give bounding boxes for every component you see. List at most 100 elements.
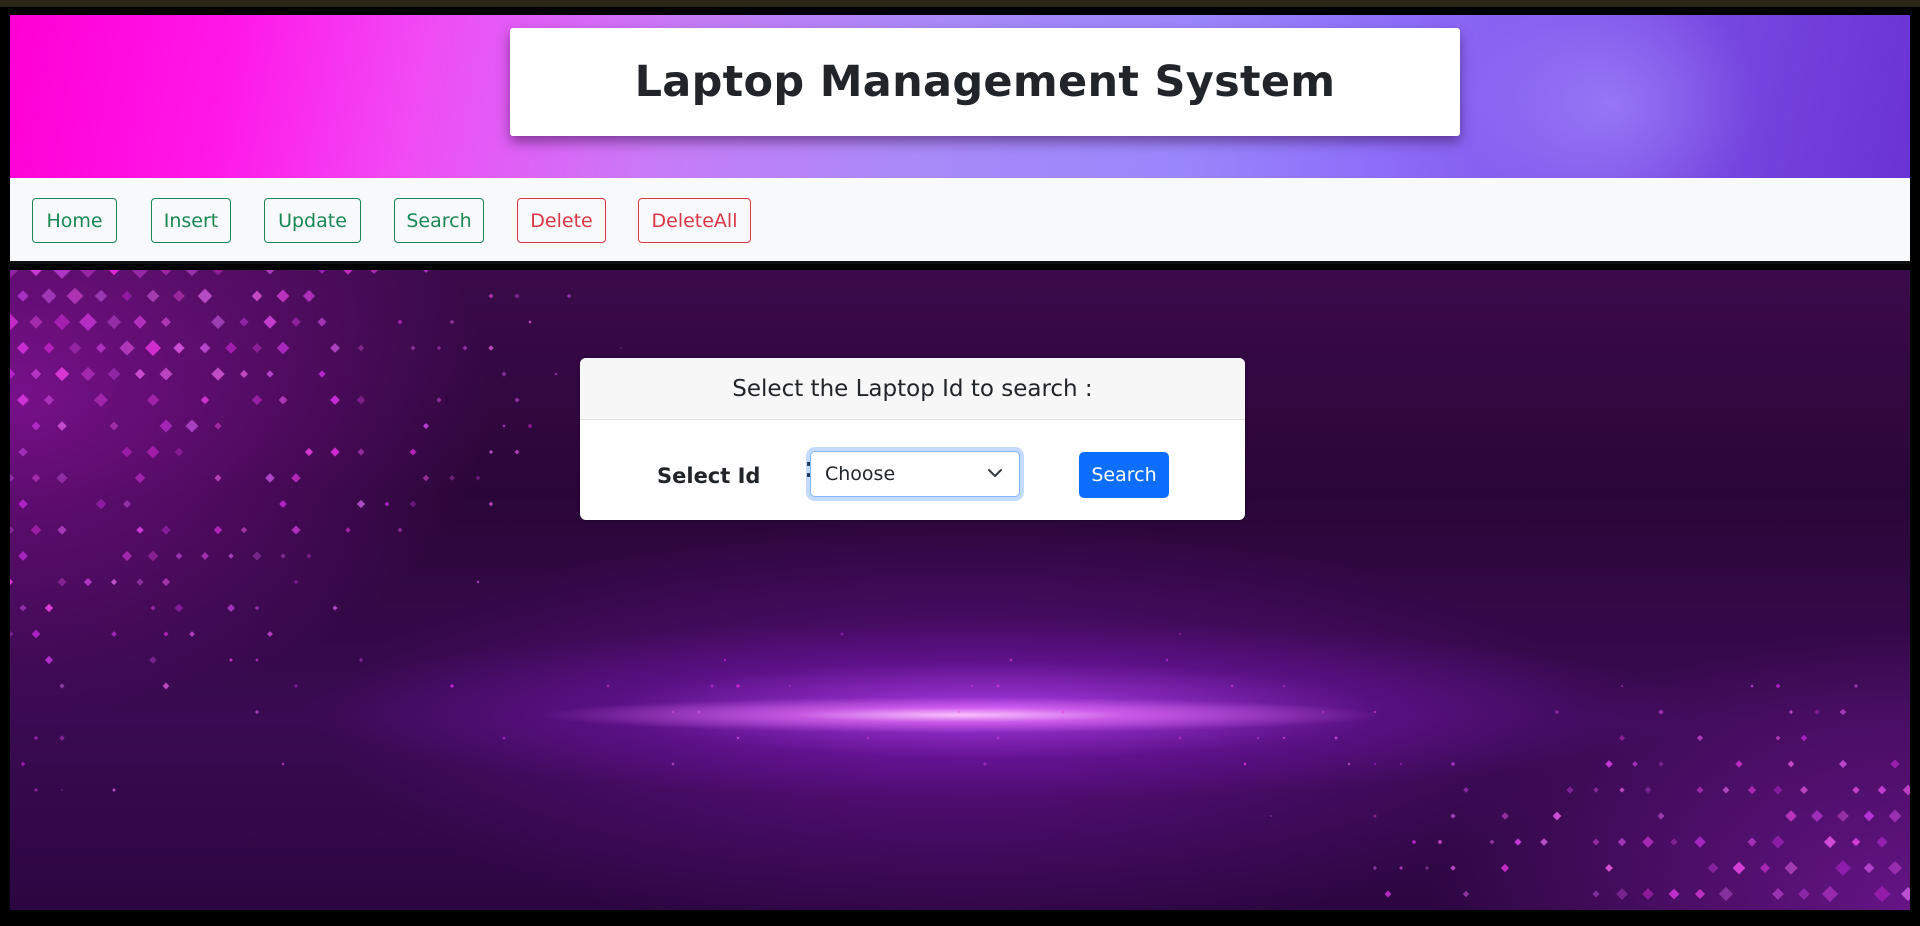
pattern-diamond xyxy=(252,343,262,353)
pattern-diamond xyxy=(501,371,507,377)
pattern-diamond xyxy=(252,551,262,561)
pattern-diamond xyxy=(60,788,64,792)
pattern-diamond xyxy=(436,345,442,351)
pattern-diamond xyxy=(95,498,107,510)
pattern-diamond xyxy=(163,631,169,637)
pattern-diamond xyxy=(996,684,1000,688)
pattern-diamond xyxy=(1165,658,1169,662)
pattern-diamond xyxy=(1890,759,1900,769)
nav-update-button[interactable]: Update xyxy=(264,198,361,243)
pattern-diamond xyxy=(30,270,42,276)
pattern-diamond xyxy=(410,345,416,351)
pattern-diamond xyxy=(566,293,572,299)
pattern-diamond xyxy=(159,367,173,381)
nav-home-button[interactable]: Home xyxy=(32,198,117,243)
pattern-diamond xyxy=(409,500,417,508)
pattern-diamond xyxy=(1373,762,1377,766)
pattern-diamond xyxy=(174,603,184,613)
pattern-diamond xyxy=(1617,837,1627,847)
pattern-diamond xyxy=(1450,813,1456,819)
pattern-diamond xyxy=(1462,890,1470,898)
pattern-diamond xyxy=(423,270,429,273)
pattern-diamond xyxy=(330,395,340,405)
pattern-diamond xyxy=(278,395,288,405)
pattern-diamond xyxy=(189,631,195,637)
pattern-diamond xyxy=(488,345,494,351)
pattern-diamond xyxy=(146,393,160,407)
pattern-diamond xyxy=(251,290,263,302)
pattern-diamond xyxy=(1747,785,1757,795)
search-submit-button[interactable]: Search xyxy=(1079,452,1169,498)
pattern-diamond xyxy=(10,270,19,279)
pattern-diamond xyxy=(78,312,98,332)
pattern-diamond xyxy=(502,736,506,740)
pattern-diamond xyxy=(53,313,71,331)
pattern-diamond xyxy=(214,474,222,482)
pattern-diamond xyxy=(1554,709,1560,715)
laptop-id-select[interactable]: Choose xyxy=(810,451,1020,497)
pattern-diamond xyxy=(122,499,132,509)
pattern-diamond xyxy=(982,761,988,767)
pattern-diamond xyxy=(801,710,805,714)
pattern-diamond xyxy=(1552,811,1562,821)
nav-search-button[interactable]: Search xyxy=(394,198,484,243)
select-current-value: Choose xyxy=(825,463,896,485)
pattern-diamond xyxy=(291,473,301,483)
pattern-diamond xyxy=(1694,888,1706,900)
pattern-diamond xyxy=(356,499,366,509)
page-title: Laptop Management System xyxy=(634,57,1336,107)
nav-insert-button[interactable]: Insert xyxy=(151,198,231,243)
pattern-diamond xyxy=(228,553,234,559)
pattern-diamond xyxy=(1863,810,1875,822)
pattern-diamond xyxy=(1593,787,1599,793)
pattern-diamond xyxy=(201,552,209,560)
page-frame: Laptop Management System Home Insert Upd… xyxy=(0,0,1920,926)
pattern-diamond xyxy=(254,709,260,715)
pattern-diamond xyxy=(108,270,120,276)
pattern-diamond xyxy=(19,604,27,612)
pattern-diamond xyxy=(276,341,290,355)
pattern-diamond xyxy=(709,683,715,689)
pattern-diamond xyxy=(68,341,82,355)
pattern-diamond xyxy=(59,735,65,741)
pattern-diamond xyxy=(30,524,42,536)
pattern-diamond xyxy=(1592,890,1600,898)
pattern-diamond xyxy=(107,367,121,381)
pattern-diamond xyxy=(57,577,67,587)
pattern-diamond xyxy=(620,347,622,349)
nav-deleteall-button[interactable]: DeleteAll xyxy=(638,198,751,243)
pattern-diamond xyxy=(265,473,275,483)
pattern-diamond xyxy=(161,317,171,327)
pattern-diamond xyxy=(10,630,14,638)
pattern-diamond xyxy=(17,290,29,302)
pattern-diamond xyxy=(56,472,68,484)
pattern-diamond xyxy=(280,553,286,559)
nav-delete-button[interactable]: Delete xyxy=(517,198,606,243)
pattern-diamond xyxy=(111,631,117,637)
pattern-diamond xyxy=(31,421,41,431)
pattern-diamond xyxy=(1566,786,1574,794)
pattern-diamond xyxy=(1243,762,1247,766)
pattern-diamond xyxy=(1632,761,1638,767)
pattern-diamond xyxy=(251,394,263,406)
pattern-diamond xyxy=(330,343,340,353)
pattern-diamond xyxy=(397,527,403,533)
pattern-diamond xyxy=(106,314,122,330)
pattern-diamond xyxy=(291,525,301,535)
pattern-diamond xyxy=(1658,761,1664,767)
pattern-diamond xyxy=(1061,710,1065,714)
pattern-diamond xyxy=(10,368,16,380)
pattern-diamond xyxy=(1696,786,1704,794)
pattern-diamond xyxy=(121,446,133,458)
pattern-diamond xyxy=(488,293,494,299)
pattern-diamond xyxy=(1773,785,1783,795)
pattern-diamond xyxy=(1772,888,1784,900)
pattern-diamond xyxy=(1785,810,1797,822)
pattern-diamond xyxy=(134,368,146,380)
pattern-diamond xyxy=(136,578,144,586)
search-card: Select the Laptop Id to search : Select … xyxy=(580,358,1245,520)
pattern-diamond xyxy=(318,270,326,274)
pattern-diamond xyxy=(1411,839,1417,845)
pattern-diamond xyxy=(263,315,277,329)
title-card: Laptop Management System xyxy=(510,28,1460,136)
